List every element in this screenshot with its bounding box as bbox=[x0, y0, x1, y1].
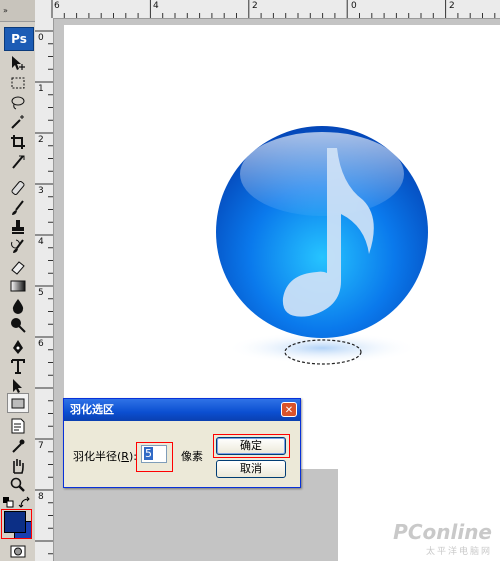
history-brush-tool-icon[interactable] bbox=[7, 237, 29, 257]
ruler-label: 0 bbox=[351, 1, 357, 11]
ruler-label: 5 bbox=[38, 288, 44, 298]
close-button[interactable]: ✕ bbox=[281, 402, 297, 417]
dodge-tool-icon[interactable] bbox=[7, 315, 29, 335]
blur-tool-icon[interactable] bbox=[7, 296, 29, 316]
zoom-tool-icon[interactable] bbox=[7, 475, 29, 495]
ruler-label: 4 bbox=[38, 237, 44, 247]
swap-colors-icon[interactable] bbox=[18, 496, 32, 510]
ruler-label: 4 bbox=[153, 1, 159, 11]
music-note-orb-icon bbox=[216, 126, 428, 365]
hand-tool-icon[interactable] bbox=[7, 456, 29, 476]
feather-radius-label-prefix: 羽化半径( bbox=[73, 450, 122, 463]
quick-mask-icon[interactable] bbox=[7, 541, 29, 561]
watermark-logo-text: PConline bbox=[393, 520, 492, 544]
pen-tool-icon[interactable] bbox=[7, 337, 29, 357]
tools-panel: » Ps bbox=[0, 0, 36, 561]
ruler-label: 3 bbox=[38, 186, 44, 196]
move-tool-icon[interactable] bbox=[7, 53, 29, 73]
notes-tool-icon[interactable] bbox=[7, 416, 29, 436]
lasso-tool-icon[interactable] bbox=[7, 93, 29, 113]
shape-tool-icon[interactable] bbox=[7, 393, 29, 413]
pconline-watermark: PConline 太平洋电脑网 bbox=[393, 520, 492, 557]
photoshop-logo[interactable]: Ps bbox=[4, 27, 34, 51]
slice-tool-icon[interactable] bbox=[7, 152, 29, 172]
dialog-title: 羽化选区 bbox=[70, 403, 114, 416]
brush-tool-icon[interactable] bbox=[7, 198, 29, 218]
ruler-label: 7 bbox=[38, 441, 44, 451]
crop-tool-icon[interactable] bbox=[7, 132, 29, 152]
type-tool-icon[interactable] bbox=[7, 356, 29, 376]
gradient-tool-icon[interactable] bbox=[7, 276, 29, 296]
vertical-ruler: 0 1 2 3 4 5 6 7 8 bbox=[35, 18, 54, 561]
horizontal-ruler: 6 4 2 0 2 bbox=[35, 0, 500, 19]
unit-label: 像素 bbox=[181, 450, 203, 463]
ruler-label: 2 bbox=[449, 1, 455, 11]
ruler-label: 0 bbox=[38, 33, 44, 43]
magic-wand-tool-icon[interactable] bbox=[7, 112, 29, 132]
input-highlight-box bbox=[136, 442, 173, 472]
ruler-label: 6 bbox=[54, 1, 60, 11]
ruler-label: 2 bbox=[38, 135, 44, 145]
marquee-tool-icon[interactable] bbox=[7, 73, 29, 93]
default-colors-icon[interactable] bbox=[2, 496, 16, 510]
clone-stamp-tool-icon[interactable] bbox=[7, 217, 29, 237]
ruler-label: 8 bbox=[38, 492, 44, 502]
feather-radius-label-key: R bbox=[121, 450, 129, 463]
swatch-highlight-box bbox=[1, 509, 32, 539]
watermark-subtext: 太平洋电脑网 bbox=[425, 547, 492, 557]
healing-brush-tool-icon[interactable] bbox=[7, 178, 29, 198]
feather-radius-label: 羽化半径(R): bbox=[73, 448, 137, 464]
cancel-button[interactable]: 取消 bbox=[216, 460, 286, 478]
eyedropper-tool-icon[interactable] bbox=[7, 436, 29, 456]
ruler-label: 6 bbox=[38, 339, 44, 349]
dialog-titlebar[interactable]: 羽化选区 ✕ bbox=[64, 399, 300, 421]
feather-selection-dialog: 羽化选区 ✕ 羽化半径(R): 5 像素 确定 取消 bbox=[63, 398, 301, 488]
ruler-label: 2 bbox=[252, 1, 258, 11]
panel-grip[interactable]: » bbox=[0, 0, 35, 22]
horizontal-ruler-ticks bbox=[51, 0, 496, 18]
eraser-tool-icon[interactable] bbox=[7, 257, 29, 277]
ruler-label: 1 bbox=[38, 84, 44, 94]
ok-highlight-box bbox=[213, 434, 290, 458]
